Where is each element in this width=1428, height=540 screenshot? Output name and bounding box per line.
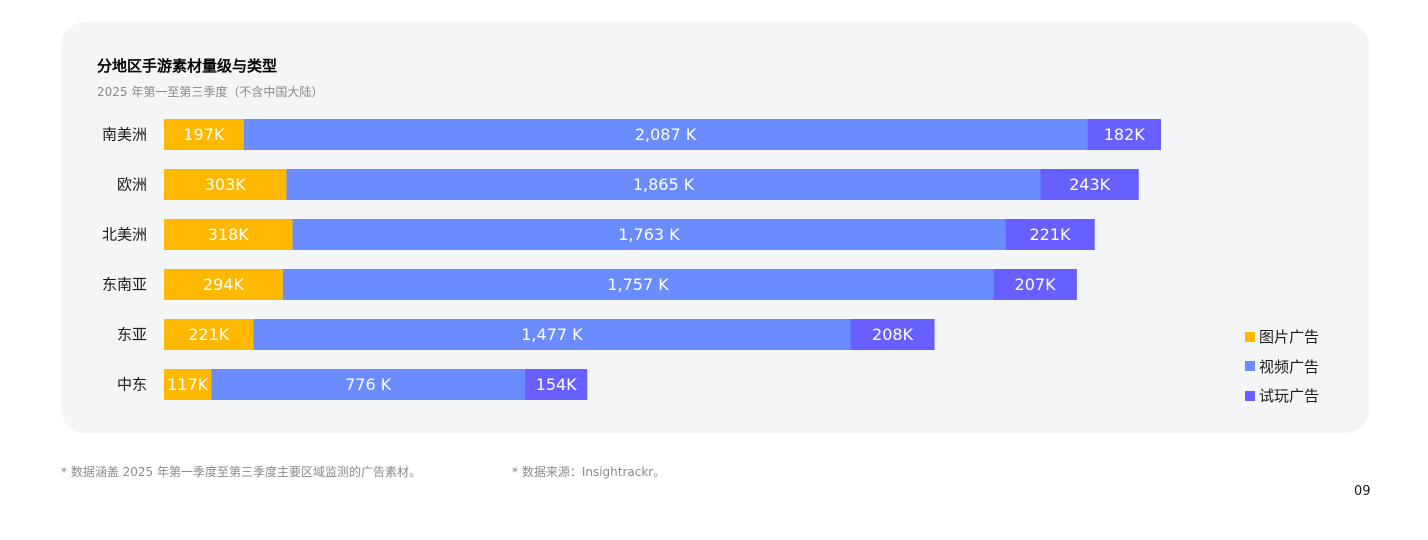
footnote-source: * 数据来源：Insightrackr。 xyxy=(512,465,666,479)
data-label-playable: 208K xyxy=(872,325,914,344)
legend-item-video-ads: 视频广告 xyxy=(1245,352,1319,382)
data-label-video: 1,757 K xyxy=(607,275,669,294)
category-label: 中东 xyxy=(117,376,147,394)
footnote-coverage: * 数据涵盖 2025 年第一季度至第三季度主要区域监测的广告素材。 xyxy=(61,465,421,479)
legend-label-playable-ads: 试玩广告 xyxy=(1259,387,1320,406)
page-number: 09 xyxy=(1354,484,1371,499)
data-label-playable: 207K xyxy=(1015,275,1057,294)
data-label-image: 303K xyxy=(205,175,247,194)
category-label: 东南亚 xyxy=(102,276,147,294)
category-label: 东亚 xyxy=(117,326,147,344)
data-label-playable: 182K xyxy=(1104,125,1146,144)
data-label-playable: 243K xyxy=(1069,175,1111,194)
data-label-image: 318K xyxy=(208,225,250,244)
legend-item-image-ads: 图片广告 xyxy=(1245,322,1319,352)
legend-swatch-video-ads xyxy=(1245,361,1255,372)
data-label-image: 294K xyxy=(203,275,245,294)
data-label-playable: 221K xyxy=(1030,225,1072,244)
data-label-image: 197K xyxy=(183,125,225,144)
data-label-playable: 154K xyxy=(536,375,578,394)
legend-label-image-ads: 图片广告 xyxy=(1259,328,1320,347)
data-label-video: 2,087 K xyxy=(635,125,697,144)
legend-swatch-image-ads xyxy=(1245,331,1255,342)
category-label: 南美洲 xyxy=(102,126,147,144)
data-label-image: 117K xyxy=(167,375,209,394)
stacked-bar-chart: 南美洲 197K 2,087 K 182K 欧洲 303K 1,865 K 243K 北美洲 31… xyxy=(102,119,1162,400)
category-label: 北美洲 xyxy=(102,226,147,244)
legend-swatch-playable-ads xyxy=(1245,390,1255,401)
chart-legend: 图片广告 视频广告 试玩广告 xyxy=(1245,322,1319,411)
data-label-video: 1,865 K xyxy=(633,175,695,194)
legend-item-playable-ads: 试玩广告 xyxy=(1245,381,1319,411)
category-label: 欧洲 xyxy=(117,176,147,194)
data-label-video: 776 K xyxy=(345,375,392,394)
data-label-video: 1,763 K xyxy=(618,225,680,244)
data-label-video: 1,477 K xyxy=(521,325,583,344)
data-label-image: 221K xyxy=(188,325,230,344)
legend-label-video-ads: 视频广告 xyxy=(1259,357,1320,376)
